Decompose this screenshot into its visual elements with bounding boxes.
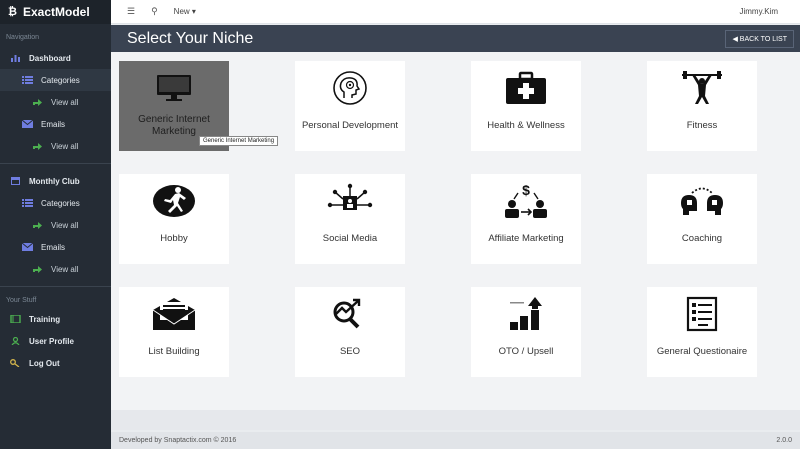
niche-card-health-wellness[interactable]: Health & Wellness bbox=[471, 61, 581, 151]
version-label: 2.0.0 bbox=[776, 437, 792, 444]
book-icon bbox=[10, 315, 21, 323]
seo-magnifier-icon bbox=[333, 298, 361, 329]
sidebar-item-dashboard[interactable]: Dashboard bbox=[0, 47, 111, 69]
niche-label: SEO bbox=[339, 346, 361, 357]
sidebar-label: View all bbox=[51, 264, 79, 274]
affiliate-people-icon: $ bbox=[505, 183, 547, 218]
page-title: Select Your Niche bbox=[127, 29, 254, 47]
title-bar: Select Your Niche ◀ BACK TO LIST bbox=[111, 25, 800, 52]
niche-label: Personal Development bbox=[301, 120, 399, 131]
niche-card-hobby[interactable]: Hobby bbox=[119, 174, 229, 264]
sidebar-item-view-all[interactable]: View all bbox=[0, 91, 111, 113]
sidebar-label: User Profile bbox=[29, 336, 74, 346]
bitcoin-icon: ₿ bbox=[8, 6, 17, 18]
niche-grid: Generic Internet Marketing Personal Deve… bbox=[111, 52, 800, 410]
sidebar-label: Categories bbox=[41, 75, 80, 85]
mind-icon bbox=[333, 71, 367, 105]
niche-label: List Building bbox=[148, 346, 200, 357]
sidebar-item-view-all[interactable]: View all bbox=[0, 258, 111, 280]
niche-card-oto-upsell[interactable]: OTO / Upsell bbox=[471, 287, 581, 377]
svg-text:$: $ bbox=[522, 183, 530, 198]
sidebar-label: View all bbox=[51, 220, 79, 230]
weightlifter-icon bbox=[682, 71, 722, 104]
sidebar-label: Training bbox=[29, 314, 61, 324]
niche-label: Affiliate Marketing bbox=[488, 233, 564, 244]
share-icon bbox=[33, 266, 42, 273]
runner-icon bbox=[153, 185, 195, 217]
network-icon bbox=[327, 183, 373, 210]
footer-credit: Developed by Snaptactix.com © 2016 bbox=[119, 437, 237, 444]
sidebar-item-emails[interactable]: Emails bbox=[0, 113, 111, 135]
navigation-header: Navigation bbox=[6, 34, 40, 41]
sidebar-divider bbox=[0, 286, 111, 287]
sidebar-label: Monthly Club bbox=[29, 176, 80, 186]
niche-card-coaching[interactable]: Coaching bbox=[647, 174, 757, 264]
tooltip: Generic Internet Marketing bbox=[199, 136, 279, 146]
sidebar-item-log-out[interactable]: Log Out bbox=[0, 352, 111, 374]
niche-label: Fitness bbox=[686, 120, 718, 131]
sidebar-item-view-all[interactable]: View all bbox=[0, 135, 111, 157]
sidebar-item-categories[interactable]: Categories bbox=[0, 69, 111, 91]
niche-card-social-media[interactable]: Social Media bbox=[295, 174, 405, 264]
envelope-icon bbox=[22, 243, 33, 251]
checklist-icon bbox=[686, 296, 718, 332]
footer: Developed by Snaptactix.com © 2016 2.0.0 bbox=[111, 432, 800, 449]
monitor-icon bbox=[157, 75, 191, 101]
sidebar-label: Log Out bbox=[29, 358, 60, 368]
sidebar-label: View all bbox=[51, 97, 79, 107]
niche-card-list-building[interactable]: List Building bbox=[119, 287, 229, 377]
key-icon bbox=[10, 359, 20, 367]
user-icon bbox=[11, 337, 20, 345]
open-envelope-icon bbox=[152, 298, 196, 330]
list-icon bbox=[22, 199, 33, 207]
medical-kit-icon bbox=[506, 71, 546, 104]
niche-card-general-questionaire[interactable]: General Questionaire bbox=[647, 287, 757, 377]
list-icon bbox=[22, 76, 33, 84]
niche-label: Hobby bbox=[160, 233, 188, 244]
niche-label: Health & Wellness bbox=[487, 120, 565, 131]
brand-name: ExactModel bbox=[22, 5, 90, 19]
sidebar-label: Emails bbox=[41, 242, 66, 252]
your-stuff-header: Your Stuff bbox=[6, 297, 37, 304]
back-to-list-button[interactable]: ◀ BACK TO LIST bbox=[725, 29, 794, 48]
sidebar-label: Emails bbox=[41, 119, 66, 129]
sidebar-item-user-profile[interactable]: User Profile bbox=[0, 330, 111, 352]
niche-card-personal-development[interactable]: Personal Development bbox=[295, 61, 405, 151]
niche-label: OTO / Upsell bbox=[498, 346, 554, 357]
sidebar-item-view-all[interactable]: View all bbox=[0, 214, 111, 236]
top-bar: ☰ ⚲ New ▾ Jimmy.Kim bbox=[111, 0, 800, 24]
sidebar-item-monthly-club[interactable]: Monthly Club bbox=[0, 170, 111, 192]
share-icon bbox=[33, 222, 42, 229]
sidebar-label: Categories bbox=[41, 198, 80, 208]
sidebar-item-categories[interactable]: Categories bbox=[0, 192, 111, 214]
user-icon[interactable]: ⚲ bbox=[151, 6, 158, 17]
menu-toggle-icon[interactable]: ☰ bbox=[127, 6, 135, 17]
niche-card-seo[interactable]: SEO bbox=[295, 287, 405, 377]
coaching-heads-icon bbox=[681, 187, 723, 215]
niche-label: General Questionaire bbox=[656, 346, 748, 357]
share-icon bbox=[33, 99, 42, 106]
sidebar: ₿ ExactModel Navigation Dashboard Catego… bbox=[0, 0, 111, 449]
footer-spacer bbox=[111, 410, 800, 430]
bar-chart-icon bbox=[11, 55, 20, 62]
sidebar-label: Dashboard bbox=[29, 53, 71, 63]
calendar-icon bbox=[11, 177, 20, 185]
growth-chart-icon bbox=[510, 297, 542, 330]
sidebar-label: View all bbox=[51, 141, 79, 151]
niche-label: Social Media bbox=[322, 233, 378, 244]
brand[interactable]: ₿ ExactModel bbox=[0, 0, 111, 24]
niche-card-affiliate-marketing[interactable]: $ Affiliate Marketing bbox=[471, 174, 581, 264]
user-menu[interactable]: Jimmy.Kim bbox=[739, 7, 778, 16]
new-dropdown[interactable]: New ▾ bbox=[174, 7, 196, 16]
niche-label: Generic Internet Marketing bbox=[138, 114, 210, 137]
sidebar-item-emails[interactable]: Emails bbox=[0, 236, 111, 258]
sidebar-divider bbox=[0, 163, 111, 164]
niche-label: Coaching bbox=[681, 233, 723, 244]
share-icon bbox=[33, 143, 42, 150]
niche-card-fitness[interactable]: Fitness bbox=[647, 61, 757, 151]
envelope-icon bbox=[22, 120, 33, 128]
sidebar-item-training[interactable]: Training bbox=[0, 308, 111, 330]
back-label: BACK TO LIST bbox=[739, 35, 787, 43]
